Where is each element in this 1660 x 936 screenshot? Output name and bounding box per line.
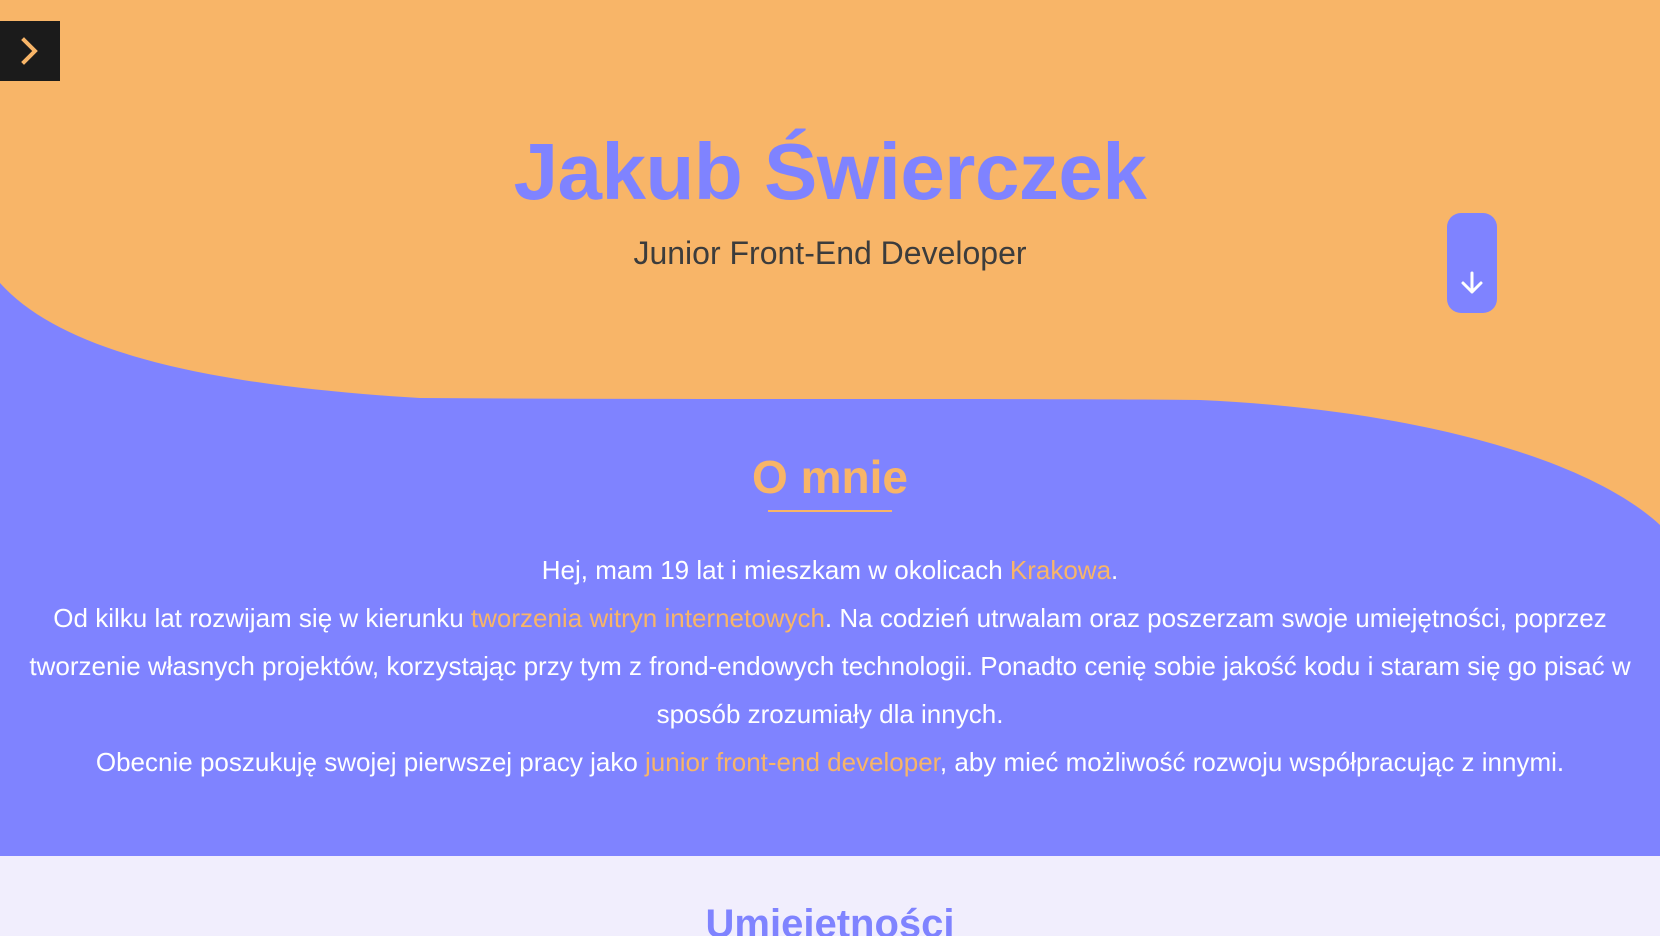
- about-line-3-end: , aby mieć możliwość rozwoju współpracuj…: [939, 747, 1565, 777]
- chevron-right-icon: [18, 36, 42, 66]
- about-line-1: Hej, mam 19 lat i mieszkam w okolicach K…: [15, 546, 1645, 594]
- scroll-down-button[interactable]: [1447, 213, 1497, 313]
- about-text: Hej, mam 19 lat i mieszkam w okolicach K…: [15, 546, 1645, 786]
- menu-toggle-button[interactable]: [0, 21, 60, 81]
- hero-subtitle: Junior Front-End Developer: [633, 235, 1027, 271]
- skills-section: Umiejętności: [0, 856, 1660, 936]
- about-line-3-text: Obecnie poszukuję swojej pierwszej pracy…: [95, 747, 646, 777]
- arrow-down-icon: [1459, 270, 1485, 301]
- about-line-3: Obecnie poszukuję swojej pierwszej pracy…: [15, 738, 1645, 786]
- skills-heading: Umiejętności: [705, 902, 955, 936]
- about-line-2: Od kilku lat rozwijam się w kierunku two…: [15, 594, 1645, 738]
- about-highlight-role: junior front-end developer: [645, 747, 940, 777]
- about-highlight-city: Krakowa: [1009, 555, 1112, 585]
- about-line-1-end: .: [1111, 555, 1119, 585]
- about-line-2-text: Od kilku lat rozwijam się w kierunku: [53, 603, 471, 633]
- about-line-1-text: Hej, mam 19 lat i mieszkam w okolicach: [541, 555, 1010, 585]
- about-heading: O mnie: [752, 451, 908, 503]
- hero-title: Jakub Świerczek: [513, 127, 1147, 216]
- about-heading-underline: [768, 510, 892, 512]
- about-section: O mnie Hej, mam 19 lat i mieszkam w okol…: [0, 420, 1660, 856]
- about-highlight-websites: tworzenia witryn internetowych: [470, 603, 825, 633]
